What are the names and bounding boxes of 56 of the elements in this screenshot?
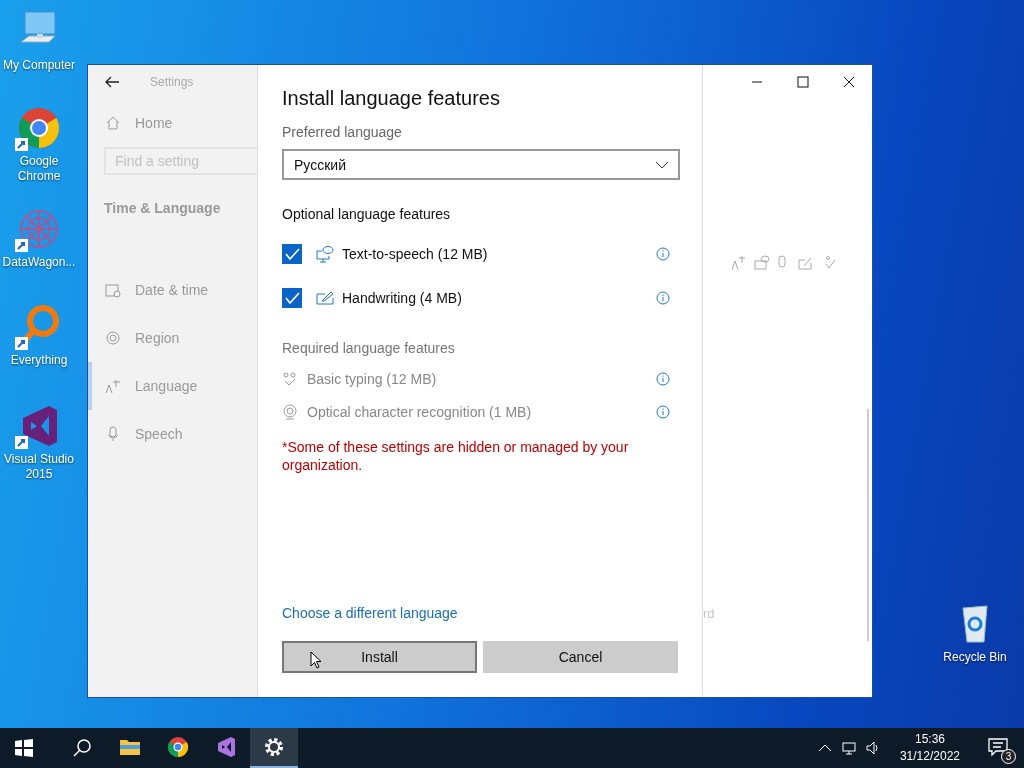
desktop-icon-label[interactable]: Everything — [10, 353, 68, 368]
network-icon[interactable] — [841, 741, 856, 755]
microphone-icon — [105, 426, 121, 442]
webcam-icon — [282, 403, 298, 420]
info-icon[interactable] — [656, 371, 670, 386]
language-dropdown[interactable]: Русский — [282, 149, 680, 180]
app-title: Settings — [150, 75, 194, 89]
desktop-icon-label[interactable]: DataWagon... — [2, 255, 76, 270]
dialog-title: Install language features — [282, 87, 501, 110]
close-icon[interactable] — [843, 76, 855, 88]
desktop-icon-label[interactable]: Google Chrome — [0, 154, 78, 184]
gear-icon — [263, 736, 285, 758]
dialog-button[interactable]: Cancel — [483, 641, 678, 673]
windows-start-icon[interactable] — [14, 738, 34, 758]
info-icon[interactable] — [656, 291, 670, 305]
section-heading: Required language features — [282, 340, 456, 356]
home-nav-item[interactable]: Home — [88, 99, 257, 147]
chrome-icon — [167, 736, 189, 758]
checkbox[interactable] — [282, 288, 302, 308]
volume-icon[interactable] — [865, 741, 880, 755]
checkbox[interactable] — [282, 244, 302, 264]
field-label: Preferred language — [282, 124, 403, 140]
taskbar-app-button[interactable] — [250, 728, 298, 768]
info-icon[interactable] — [656, 247, 670, 261]
sidebar-item[interactable]: Region — [88, 314, 257, 362]
visual-studio-icon — [215, 736, 237, 758]
notification-count: 3 — [1001, 749, 1016, 764]
feature-label: Text-to-speech (12 MB) — [342, 246, 489, 262]
section-heading: Time & Language — [103, 199, 222, 218]
desktop-icon-label[interactable]: Recycle Bin — [943, 650, 1007, 665]
desktop-icon-label[interactable]: My Computer — [3, 58, 75, 73]
home-icon — [105, 115, 121, 131]
notification-icon[interactable] — [988, 737, 1008, 757]
feature-label: Basic typing (12 MB) — [307, 370, 438, 387]
scrollbar[interactable] — [867, 409, 869, 641]
language-icon — [105, 378, 121, 394]
globe-icon — [105, 330, 121, 346]
mouse-cursor-icon — [310, 651, 322, 669]
sidebar-item[interactable]: Date & time — [88, 266, 257, 314]
dialog-button[interactable]: Install — [282, 641, 477, 673]
clock[interactable]: 15:36 31/12/2022 — [899, 731, 960, 765]
sidebar-item[interactable]: Language — [88, 362, 257, 410]
pen-tablet-icon — [316, 289, 334, 307]
change-language-link[interactable]: Choose a different language — [282, 605, 458, 621]
back-arrow-icon[interactable] — [104, 74, 120, 90]
search-icon[interactable] — [72, 738, 92, 758]
info-icon[interactable] — [656, 404, 670, 419]
maximize-icon[interactable] — [797, 76, 809, 88]
policy-notice: *Some of these settings are hidden or managed by your organization. — [282, 438, 630, 474]
speech-bubble-icon — [316, 245, 334, 263]
calendar-icon — [105, 282, 121, 298]
feature-label: Optical character recognition (1 MB) — [307, 403, 533, 420]
section-heading: Optional language features — [282, 206, 452, 222]
sidebar-item[interactable]: Speech — [88, 410, 257, 458]
desktop-icon-label[interactable]: Visual Studio 2015 — [0, 452, 78, 482]
feature-label: Handwriting (4 MB) — [342, 290, 463, 306]
